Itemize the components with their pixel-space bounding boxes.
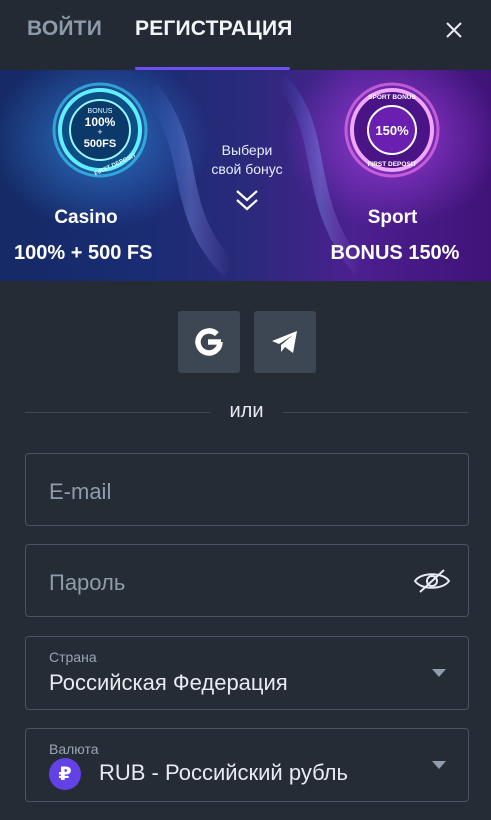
casino-badge-plus: + (97, 127, 102, 137)
currency-select[interactable]: Валюта ₽ RUB - Российский рубль (25, 728, 469, 802)
casino-badge-top: BONUS (88, 108, 113, 115)
telegram-icon (272, 331, 297, 353)
choose-bonus-line2: свой бонус (211, 161, 283, 177)
country-value: Российская Федерация (49, 670, 288, 695)
tab-login[interactable]: ВОЙТИ (27, 17, 102, 41)
divider-or-text: или (229, 400, 264, 422)
ruble-icon: ₽ (49, 758, 81, 790)
chevron-down-icon (432, 761, 446, 769)
google-login-button[interactable] (178, 311, 240, 373)
casino-label: Casino (54, 207, 118, 228)
telegram-login-button[interactable] (254, 311, 316, 373)
choose-bonus-text: Выбери свой бонус (192, 141, 302, 179)
casino-bonus-badge: BONUS 100% + 500FS FIRST DEPOSIT (52, 82, 148, 178)
sport-badge-main: 150% (375, 123, 409, 138)
eye-off-icon[interactable] (412, 567, 452, 595)
password-placeholder: Пароль (49, 570, 126, 595)
casino-badge-fs: 500FS (84, 138, 116, 150)
double-chevron-down-icon (236, 190, 258, 211)
divider-line-right (283, 412, 468, 413)
choose-bonus-line1: Выбери (221, 142, 273, 158)
currency-label: Валюта (49, 741, 99, 757)
sport-badge-ring-bottom: FIRST DEPOSIT (367, 161, 416, 168)
sport-bonus-badge: SPORT BONUS 150% FIRST DEPOSIT (344, 82, 440, 178)
country-select[interactable]: Страна Российская Федерация (25, 636, 469, 710)
sport-badge-ring-top: SPORT BONUS (368, 94, 416, 101)
email-field[interactable]: E-mail (25, 453, 469, 526)
email-placeholder: E-mail (49, 479, 112, 504)
sport-offer[interactable]: BONUS 150% (300, 242, 490, 265)
password-field[interactable]: Пароль (25, 544, 469, 617)
divider-line-left (25, 412, 210, 413)
google-icon (195, 328, 223, 356)
bonus-banner: BONUS 100% + 500FS FIRST DEPOSIT SPORT B… (0, 70, 491, 281)
currency-value: RUB - Российский рубль (99, 760, 348, 785)
auth-tabs: ВОЙТИ РЕГИСТРАЦИЯ (0, 0, 491, 70)
country-label: Страна (49, 649, 97, 665)
sport-label: Sport (367, 207, 418, 228)
close-button[interactable] (440, 16, 468, 44)
close-icon (446, 22, 462, 38)
tab-register[interactable]: РЕГИСТРАЦИЯ (135, 17, 293, 41)
casino-offer[interactable]: 100% + 500 FS (14, 242, 186, 265)
chevron-down-icon (432, 669, 446, 677)
